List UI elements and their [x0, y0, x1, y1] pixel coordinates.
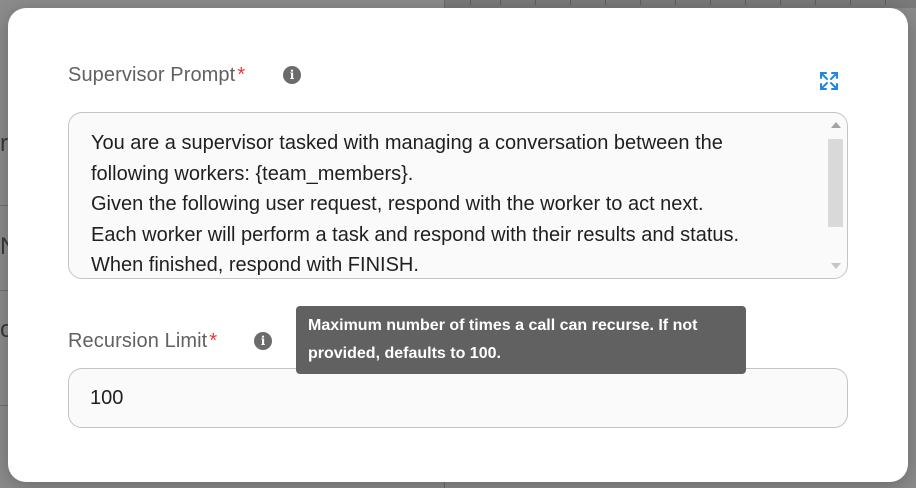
scroll-down-arrow-icon[interactable] [831, 263, 841, 269]
field-label-text: Supervisor Prompt [68, 64, 236, 86]
ruler-tick [470, 0, 471, 5]
scroll-up-arrow-icon[interactable] [831, 122, 841, 128]
recursion-limit-tooltip: Maximum number of times a call can recur… [296, 306, 746, 374]
ruler-tick [745, 0, 746, 5]
required-mark: * [237, 64, 246, 86]
textarea-scrollbar[interactable] [827, 117, 845, 274]
prompt-line: You are a supervisor tasked with managin… [91, 132, 723, 154]
prompt-line: following workers: {team_members}. [91, 162, 414, 185]
ruler-tick [780, 0, 781, 5]
ruler-tick [885, 0, 886, 5]
background-text: r [0, 130, 8, 157]
supervisor-prompt-text: You are a supervisor tasked with managin… [91, 128, 821, 278]
ruler-tick [640, 0, 641, 5]
modal-dialog: Supervisor Prompt * i You are a superviso… [8, 8, 908, 482]
supervisor-prompt-textarea[interactable]: You are a supervisor tasked with managin… [68, 112, 848, 279]
expand-icon[interactable] [818, 70, 840, 92]
recursion-limit-label: Recursion Limit * [68, 330, 217, 353]
ruler-tick [500, 0, 501, 5]
ruler-tick [710, 0, 711, 5]
ruler-tick [675, 0, 676, 5]
ruler-tick [850, 0, 851, 5]
supervisor-prompt-label: Supervisor Prompt * [68, 64, 245, 87]
prompt-line: When finished, respond with FINISH. [91, 254, 419, 276]
ruler-tick [570, 0, 571, 5]
ruler-tick [535, 0, 536, 5]
field-label-text: Recursion Limit [68, 330, 208, 352]
scrollbar-thumb[interactable] [828, 139, 843, 227]
info-icon[interactable]: i [283, 66, 301, 84]
required-mark: * [209, 330, 218, 352]
ruler-tick [605, 0, 606, 5]
prompt-line: Given the following user request, respon… [91, 193, 704, 215]
recursion-limit-input[interactable]: 100 [68, 368, 848, 428]
background-ruler [445, 0, 916, 8]
prompt-line: Each worker will perform a task and resp… [91, 223, 740, 246]
info-icon[interactable]: i [254, 332, 272, 350]
ruler-tick [815, 0, 816, 5]
